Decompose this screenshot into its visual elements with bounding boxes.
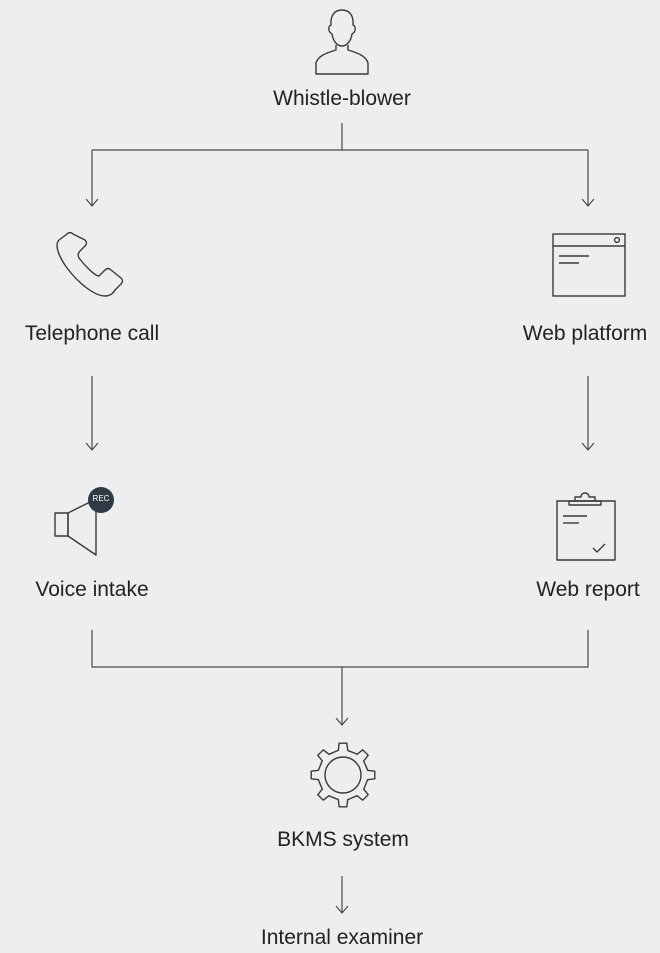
clipboard-icon [556,492,616,561]
bkms-label: BKMS system [277,828,409,851]
gear-icon [310,742,376,808]
web-report-label: Web report [536,578,640,601]
left-merge-line [91,630,589,668]
examiner-label: Internal examiner [260,926,424,949]
person-icon [315,9,369,75]
browser-window-icon [552,233,626,297]
web-platform-label: Web platform [522,322,648,345]
telephone-label: Telephone call [24,322,160,345]
flow-diagram: Whistle-blower Telephone call Web platfo… [0,0,660,953]
whistleblower-label: Whistle-blower [273,87,411,110]
voice-intake-label: Voice intake [35,578,149,601]
phone-icon [56,232,124,297]
rec-badge-label: REC [92,494,110,503]
